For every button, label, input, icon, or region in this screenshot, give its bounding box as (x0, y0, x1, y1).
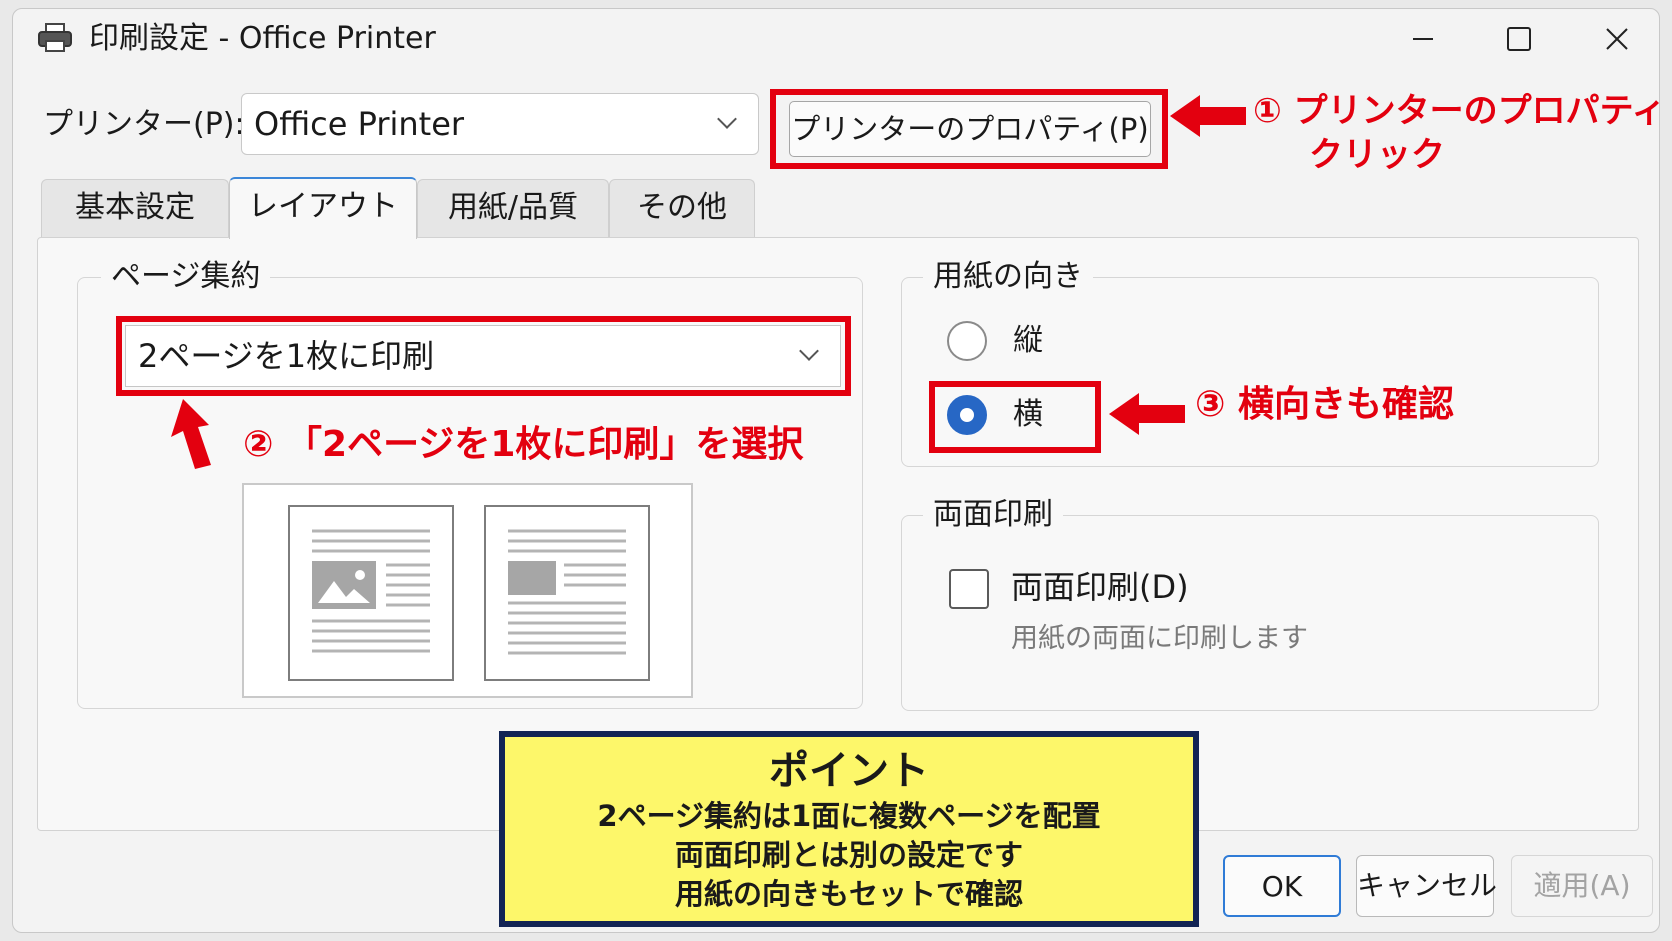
arrow-left-icon (1170, 95, 1246, 137)
duplex-title: 両面印刷 (923, 495, 1063, 535)
print-settings-dialog: 印刷設定 - Office Printer プリンター(P): Office P… (12, 8, 1660, 933)
pages-per-sheet-highlight-box (116, 316, 851, 396)
point-line: 用紙の向きもセットで確認 (674, 877, 1023, 911)
ok-button[interactable]: OK (1223, 855, 1341, 917)
portrait-radio[interactable] (947, 321, 987, 361)
cancel-button[interactable]: キャンセル (1356, 855, 1497, 917)
close-icon (1606, 28, 1628, 50)
annotation-step1-line2: クリック (1309, 135, 1445, 175)
apply-button[interactable]: 適用(A) (1511, 855, 1653, 917)
portrait-label: 縦 (1013, 323, 1043, 358)
minimize-button[interactable] (1393, 15, 1453, 63)
annotation-step3: ③ 横向きも確認 (1195, 384, 1455, 425)
maximize-button[interactable] (1489, 15, 1549, 63)
chevron-down-icon (717, 109, 737, 129)
preview-page-left (288, 505, 454, 681)
close-button[interactable] (1587, 15, 1647, 63)
title-bar: 印刷設定 - Office Printer (13, 9, 1659, 69)
printer-label: プリンター(P): (43, 107, 245, 142)
page-aggregation-title: ページ集約 (101, 257, 271, 297)
document-lines-icon (312, 529, 430, 653)
landscape-highlight-box (929, 381, 1101, 453)
tab-basic[interactable]: 基本設定 (41, 179, 229, 239)
duplex-checkbox[interactable] (949, 569, 989, 609)
arrow-up-icon (171, 399, 211, 469)
printer-select-value: Office Printer (254, 105, 465, 143)
duplex-description: 用紙の両面に印刷します (1011, 623, 1308, 654)
printer-select[interactable]: Office Printer (241, 93, 759, 155)
tab-layout[interactable]: レイアウト (229, 177, 417, 239)
tab-paper-quality[interactable]: 用紙/品質 (417, 179, 609, 239)
point-callout: ポイント 2ページ集約は1面に複数ページを配置 両面印刷とは別の設定です 用紙の… (499, 731, 1199, 927)
maximize-icon (1507, 27, 1531, 51)
duplex-group (901, 515, 1599, 711)
point-line: 2ページ集約は1面に複数ページを配置 (597, 799, 1101, 833)
printer-icon (38, 23, 72, 52)
preview-page-right (484, 505, 650, 681)
window-title: 印刷設定 - Office Printer (89, 21, 436, 56)
orientation-title: 用紙の向き (923, 257, 1093, 297)
point-line: 両面印刷とは別の設定です (674, 838, 1023, 872)
arrow-left-icon (1109, 393, 1185, 435)
document-lines-icon (508, 529, 626, 655)
layout-preview (242, 483, 693, 698)
printer-properties-button[interactable]: プリンターのプロパティ(P) (789, 101, 1151, 157)
minimize-icon (1413, 38, 1433, 40)
annotation-step2: ② 「2ページを1枚に印刷」を選択 (243, 424, 804, 465)
point-title: ポイント (769, 748, 929, 794)
tab-other[interactable]: その他 (609, 179, 755, 239)
annotation-step1-line1: ① プリンターのプロパティを (1253, 91, 1660, 131)
duplex-checkbox-label: 両面印刷(D) (1011, 568, 1189, 606)
